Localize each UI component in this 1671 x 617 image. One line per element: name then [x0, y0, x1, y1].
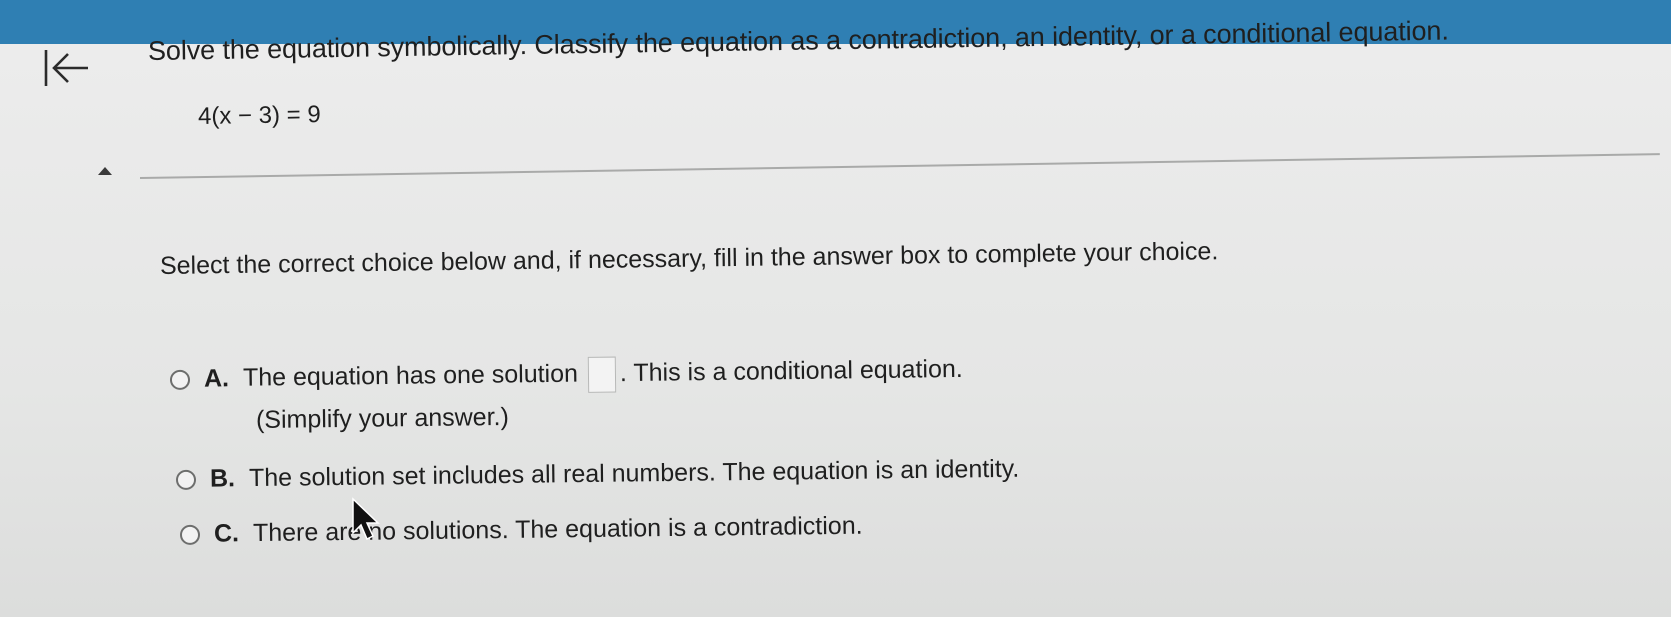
choice-b-radio[interactable] — [175, 470, 197, 491]
answer-input-box[interactable] — [587, 356, 617, 393]
collapse-triangle-icon — [98, 167, 112, 175]
back-to-first-icon — [44, 50, 88, 86]
choice-c-radio[interactable] — [179, 525, 201, 546]
choice-a-text-after: . This is a conditional equation. — [619, 354, 963, 388]
back-to-first-button[interactable] — [40, 44, 100, 104]
choice-a-text-before: The equation has one solution — [242, 359, 579, 392]
collapse-toggle-button[interactable] — [95, 162, 115, 178]
equation: 4(x − 3) = 9 — [197, 101, 321, 130]
choice-c-letter: C. — [213, 519, 240, 548]
choice-a-letter: A. — [203, 363, 230, 393]
choice-b-letter: B. — [209, 464, 236, 493]
choice-a-note: (Simplify your answer.) — [255, 402, 510, 434]
choice-a-radio[interactable] — [169, 369, 191, 390]
mouse-pointer-icon — [351, 497, 381, 543]
